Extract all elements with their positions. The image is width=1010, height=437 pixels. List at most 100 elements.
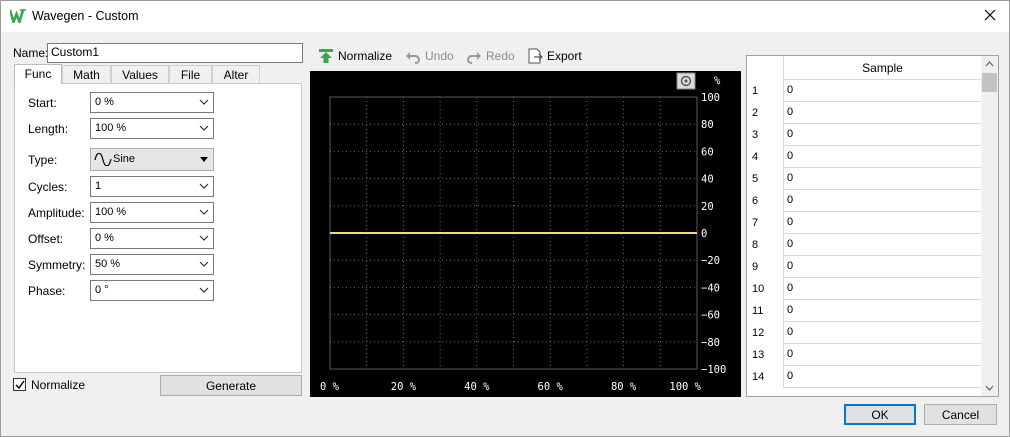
table-row[interactable]: 13 0 <box>747 344 982 366</box>
ok-button[interactable]: OK <box>844 404 916 425</box>
y-tick-label: −60 <box>701 310 720 322</box>
tab-alter[interactable]: Alter <box>212 65 260 83</box>
redo-icon <box>466 52 481 64</box>
tab-func[interactable]: Func <box>14 64 62 84</box>
row-number: 6 <box>752 195 759 207</box>
sample-value-cell[interactable]: 0 <box>783 300 981 322</box>
row-number: 3 <box>752 129 759 141</box>
x-tick-label: 20 % <box>391 381 417 393</box>
row-number: 8 <box>752 239 759 251</box>
sample-value-cell[interactable]: 0 <box>783 124 981 146</box>
phase-select[interactable]: 0 ° <box>90 280 214 301</box>
sample-table[interactable]: Sample 1 0 2 0 3 0 4 0 5 0 6 0 7 0 8 0 9 0 10 0 11 0 12 0 13 0 14 0 <box>746 55 999 397</box>
undo-icon <box>406 52 421 64</box>
x-tick-label: 60 % <box>538 381 564 393</box>
chevron-down-icon <box>199 209 209 215</box>
type-select[interactable]: Sine <box>90 148 214 171</box>
start-label: Start: <box>28 96 57 110</box>
offset-label: Offset: <box>28 232 64 246</box>
scroll-up-arrow-icon[interactable] <box>981 56 998 72</box>
table-row[interactable]: 10 0 <box>747 278 982 300</box>
cycles-label: Cycles: <box>28 180 68 194</box>
table-row[interactable]: 20 <box>747 102 982 124</box>
window-title: Wavegen - Custom <box>32 9 139 23</box>
waveform-plot[interactable]: 100 80 60 40 20 0 −20 −40 −60 −80 −100% 0 % 20 % 40 %… <box>310 71 741 397</box>
y-tick-label: −20 <box>701 255 720 267</box>
row-number: 11 <box>752 305 764 317</box>
row-number: 5 <box>752 173 759 185</box>
amplitude-select[interactable]: 100 % <box>90 202 214 223</box>
table-row[interactable]: 30 <box>747 124 982 146</box>
sample-value-cell[interactable]: 0 <box>783 366 981 388</box>
sample-value-cell[interactable]: 0 <box>783 102 981 124</box>
sample-value-cell[interactable]: 0 <box>783 212 981 234</box>
cycles-value: 1 <box>95 180 102 192</box>
tab-math[interactable]: Math <box>62 65 111 83</box>
sample-value-cell[interactable]: 0 <box>783 146 981 168</box>
scroll-down-arrow-icon[interactable] <box>981 380 998 396</box>
table-vertical-scrollbar[interactable] <box>981 56 998 396</box>
table-row[interactable]: 90 <box>747 256 982 278</box>
phase-value: 0 ° <box>95 284 109 296</box>
row-number: 10 <box>752 283 765 295</box>
symmetry-select[interactable]: 50 % <box>90 254 214 275</box>
tab-values[interactable]: Values <box>111 65 169 83</box>
offset-value: 0 % <box>95 232 114 244</box>
type-value: Sine <box>113 153 136 165</box>
undo-button[interactable]: Undo <box>405 47 455 67</box>
sample-value-cell[interactable]: 0 <box>783 322 981 344</box>
table-row[interactable]: 14 0 <box>747 366 982 388</box>
row-number: 13 <box>752 349 765 361</box>
cycles-select[interactable]: 1 <box>90 176 214 197</box>
sine-wave-icon <box>94 153 112 166</box>
normalize-checkbox[interactable] <box>13 378 26 391</box>
sample-value-cell[interactable]: 0 <box>783 278 981 300</box>
row-number: 2 <box>752 107 759 119</box>
y-tick-label: 0 <box>701 228 707 240</box>
table-row[interactable]: 50 <box>747 168 982 190</box>
normalize-toolbar-button[interactable]: Normalize <box>318 47 393 67</box>
sample-value-cell[interactable]: 0 <box>783 234 981 256</box>
row-number: 14 <box>752 371 765 383</box>
scrollbar-thumb[interactable] <box>982 73 997 92</box>
sample-column-header[interactable]: Sample <box>783 56 981 80</box>
close-icon[interactable] <box>977 4 1003 28</box>
name-input[interactable]: Custom1 <box>47 43 303 63</box>
table-rows: 1 0 2 0 3 0 4 0 5 0 6 0 7 0 8 0 9 0 10 0 11 0 12 0 13 0 14 0 <box>747 80 982 388</box>
start-select[interactable]: 0 % <box>90 92 214 113</box>
table-row[interactable]: 10 <box>747 80 982 102</box>
row-number: 4 <box>752 151 759 163</box>
tab-file[interactable]: File <box>169 65 212 83</box>
table-row[interactable]: 12 0 <box>747 322 982 344</box>
redo-button[interactable]: Redo <box>466 47 516 67</box>
sample-value-cell[interactable]: 0 <box>783 256 981 278</box>
row-number: 9 <box>752 261 759 273</box>
undo-label: Undo <box>425 49 454 63</box>
sample-value-cell[interactable]: 0 <box>783 168 981 190</box>
table-row[interactable]: 60 <box>747 190 982 212</box>
y-tick-label: 80 <box>701 119 714 131</box>
y-tick-label: −40 <box>701 282 720 294</box>
plot-settings-icon[interactable] <box>676 72 696 90</box>
cancel-button[interactable]: Cancel <box>924 404 997 425</box>
y-unit-label: % <box>714 75 721 87</box>
y-tick-label: 20 <box>701 201 714 213</box>
chevron-down-icon <box>199 99 209 105</box>
export-button[interactable]: Export <box>527 47 585 67</box>
table-row[interactable]: 70 <box>747 212 982 234</box>
phase-label: Phase: <box>28 284 66 298</box>
sample-value-cell[interactable]: 0 <box>783 190 981 212</box>
length-select[interactable]: 100 % <box>90 118 214 139</box>
offset-select[interactable]: 0 % <box>90 228 214 249</box>
symmetry-value: 50 % <box>95 258 121 270</box>
table-row[interactable]: 80 <box>747 234 982 256</box>
y-tick-label: 60 <box>701 146 714 158</box>
chevron-down-icon <box>199 261 209 267</box>
table-row[interactable]: 40 <box>747 146 982 168</box>
generate-button[interactable]: Generate <box>160 375 302 396</box>
table-row[interactable]: 11 0 <box>747 300 982 322</box>
waveform-plot-canvas: 100 80 60 40 20 0 −20 −40 −60 −80 −100% 0 % 20 % 40 %… <box>320 75 726 393</box>
sample-value-cell[interactable]: 0 <box>783 344 981 366</box>
sample-value-cell[interactable]: 0 <box>783 80 981 102</box>
x-tick-label: 80 % <box>611 381 637 393</box>
